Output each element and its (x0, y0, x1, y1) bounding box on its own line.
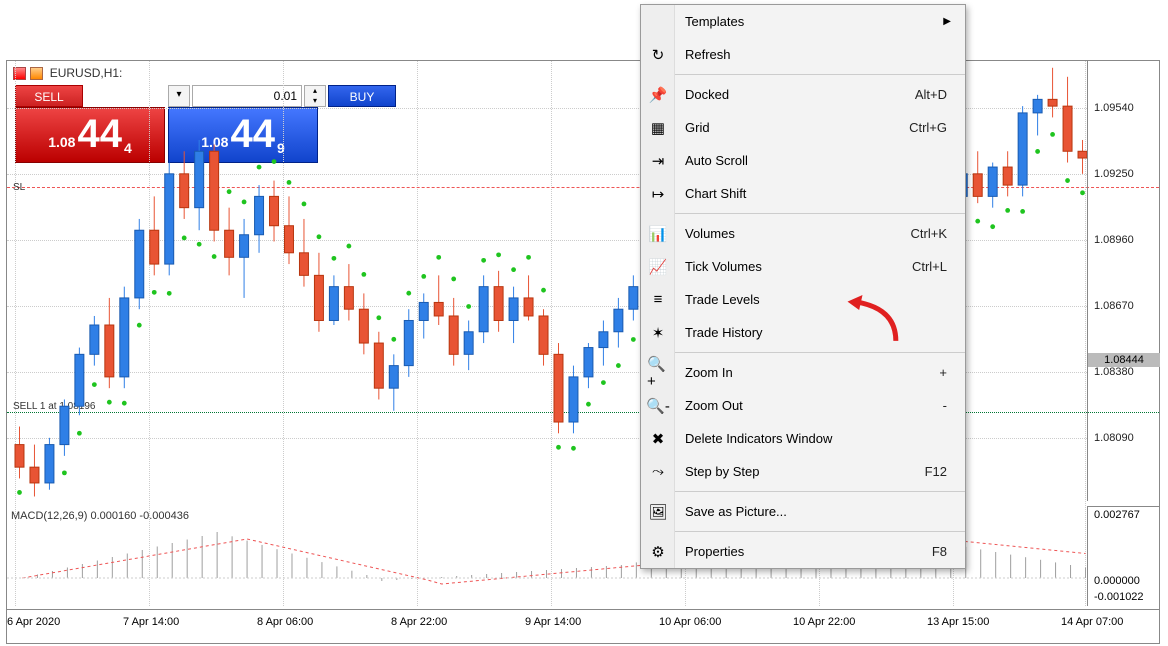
menu-item-save-as-picture-[interactable]: 🖼Save as Picture... (641, 495, 965, 528)
menu-item-step-by-step[interactable]: ⤳Step by StepF12 (641, 455, 965, 488)
volumes-icon: 📊 (647, 223, 669, 245)
menu-item-grid[interactable]: ▦GridCtrl+G (641, 111, 965, 144)
tickvol-icon: 📈 (647, 256, 669, 278)
price-axis: 1.09540 1.09250 1.08960 1.08670 1.08444 … (1087, 61, 1159, 501)
current-price-badge: 1.08444 (1088, 353, 1160, 367)
levels-icon: ≡ (647, 289, 669, 311)
time-axis: 6 Apr 2020 7 Apr 14:00 8 Apr 06:00 8 Apr… (7, 609, 1159, 643)
save-icon: 🖼 (647, 501, 669, 523)
chart-window[interactable]: EURUSD,H1: SELL 1.08 44 4 ▾ ▴▾ BUY (6, 60, 1160, 644)
props-icon: ⚙ (647, 541, 669, 563)
menu-item-auto-scroll[interactable]: ⇥Auto Scroll (641, 144, 965, 177)
menu-item-volumes[interactable]: 📊VolumesCtrl+K (641, 217, 965, 250)
zoomin-icon: 🔍+ (647, 362, 669, 384)
history-icon: ✶ (647, 322, 669, 344)
menu-item-trade-history[interactable]: ✶Trade History (641, 316, 965, 349)
menu-item-chart-shift[interactable]: ↦Chart Shift (641, 177, 965, 210)
refresh-icon: ↻ (647, 44, 669, 66)
menu-item-docked[interactable]: 📌DockedAlt+D (641, 78, 965, 111)
grid-icon: ▦ (647, 117, 669, 139)
menu-item-refresh[interactable]: ↻Refresh (641, 38, 965, 71)
delete-icon: ✖ (647, 428, 669, 450)
pin-icon: 📌 (647, 84, 669, 106)
menu-item-templates[interactable]: Templates▶ (641, 5, 965, 38)
menu-item-properties[interactable]: ⚙PropertiesF8 (641, 535, 965, 568)
autoscroll-icon: ⇥ (647, 150, 669, 172)
menu-item-delete-indicators-window[interactable]: ✖Delete Indicators Window (641, 422, 965, 455)
chart-context-menu[interactable]: Templates▶↻Refresh 📌DockedAlt+D▦GridCtrl+… (640, 4, 966, 569)
menu-item-zoom-in[interactable]: 🔍+Zoom In+ (641, 356, 965, 389)
shift-icon: ↦ (647, 183, 669, 205)
macd-axis: 0.002767 0.000000 -0.001022 (1087, 506, 1159, 606)
menu-item-zoom-out[interactable]: 🔍-Zoom Out- (641, 389, 965, 422)
step-icon: ⤳ (647, 461, 669, 483)
menu-item-trade-levels[interactable]: ≡Trade Levels (641, 283, 965, 316)
menu-item-tick-volumes[interactable]: 📈Tick VolumesCtrl+L (641, 250, 965, 283)
zoomout-icon: 🔍- (647, 395, 669, 417)
